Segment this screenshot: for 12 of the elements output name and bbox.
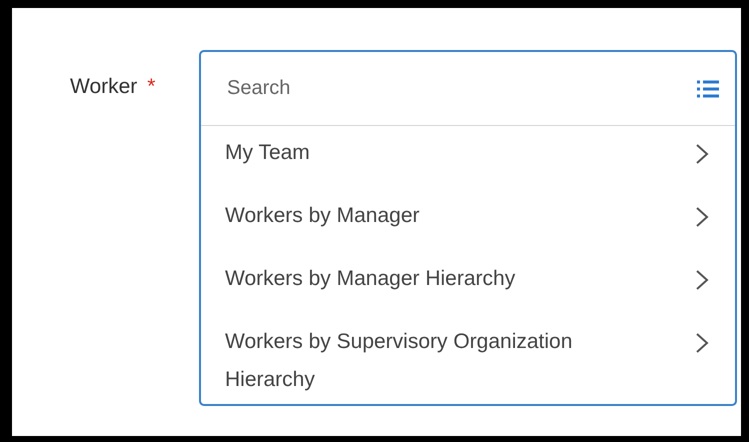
required-mark: * xyxy=(147,75,156,99)
chevron-icon xyxy=(695,206,709,228)
chevron-icon xyxy=(695,143,709,165)
list-icon[interactable] xyxy=(697,78,719,98)
search-field[interactable]: Search xyxy=(225,76,697,101)
menu-item[interactable]: Workers by Supervisory Organization Hierarchy xyxy=(201,315,735,416)
chevron-icon xyxy=(695,332,709,354)
chevron-icon xyxy=(695,269,709,291)
menu-item[interactable]: My Team xyxy=(201,126,735,189)
field-label: Worker xyxy=(70,75,138,99)
menu-item[interactable]: Workers by Manager Hierarchy xyxy=(201,252,735,315)
menu-item[interactable]: Workers by Manager xyxy=(201,189,735,252)
